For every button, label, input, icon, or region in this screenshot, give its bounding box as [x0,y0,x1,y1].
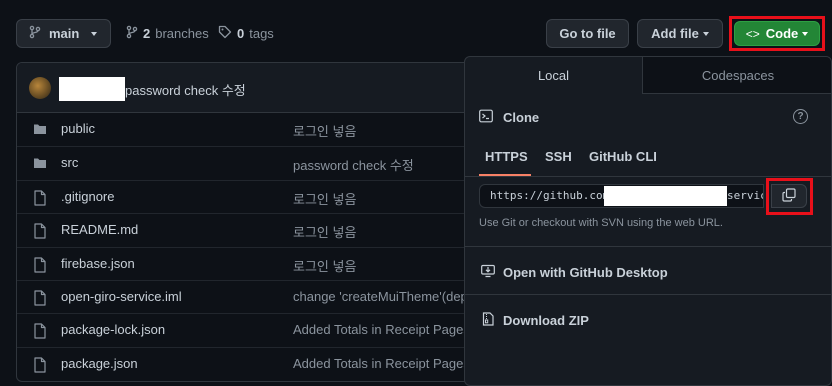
file-name-link[interactable]: package.json [61,356,138,371]
file-icon [33,256,47,273]
file-commit-message[interactable]: 로그인 넣음 [293,222,356,241]
tab-local[interactable]: Local [465,57,643,94]
clone-url-prefix: https://github.com/ [490,189,616,202]
download-zip-item[interactable]: Download ZIP [481,310,589,330]
chevron-down-icon [702,32,709,36]
redacted-author [59,77,125,101]
file-icon [33,223,47,239]
tab-codespaces-label: Codespaces [701,67,775,83]
file-name-link[interactable]: src [61,155,78,170]
subtab-https-label: HTTPS [485,149,528,164]
help-icon-glyph: ? [797,111,804,122]
folder-icon [33,122,47,138]
menu-divider-2 [465,294,831,295]
file-name-link[interactable]: README.md [61,222,138,237]
open-github-desktop-item[interactable]: Open with GitHub Desktop [481,262,668,282]
tags-label: tags [249,25,274,41]
add-file-button[interactable]: Add file [637,19,723,48]
file-icon [33,323,47,339]
chevron-down-icon [91,32,98,36]
subtab-divider [465,176,831,177]
branches-label: branches [155,25,209,41]
file-name-link[interactable]: .gitignore [61,189,114,204]
file-name-link[interactable]: public [61,121,95,136]
subtab-https[interactable]: HTTPS [485,149,528,167]
file-commit-message[interactable]: password check 수정 [293,155,414,174]
clone-label: Clone [503,109,540,125]
avatar[interactable] [29,77,51,99]
subtab-github-cli-label: GitHub CLI [589,149,657,164]
file-commit-message[interactable]: Added Totals in Receipt Pages [293,356,470,371]
open-github-desktop-label: Open with GitHub Desktop [503,264,668,280]
clone-url-hint: Use Git or checkout with SVN using the w… [479,217,723,229]
file-commit-message[interactable]: 로그인 넣음 [293,256,356,275]
branches-link[interactable]: 2 branches [126,24,209,42]
file-icon [33,357,47,373]
code-brackets-icon: <> [745,26,760,41]
tab-local-label: Local [537,68,570,83]
file-zip-icon [481,311,495,329]
file-name-link[interactable]: package-lock.json [61,322,165,337]
tags-link[interactable]: 0 tags [218,24,274,42]
git-branch-icon [29,25,41,42]
file-name-link[interactable]: firebase.json [61,256,135,271]
clone-url-input[interactable]: https://github.com/ servic [479,184,764,208]
go-to-file-button[interactable]: Go to file [546,19,629,48]
commit-message[interactable]: password check 수정 [125,80,246,99]
file-icon [33,290,47,306]
branch-selector-button[interactable]: main [16,19,111,48]
redacted-url [604,186,727,206]
branch-name: main [49,26,80,41]
branches-count: 2 [143,25,151,41]
copy-url-button[interactable] [771,184,807,208]
git-branch-icon [126,25,138,42]
code-button[interactable]: <> Code [734,21,820,46]
subtab-ssh-label: SSH [545,149,572,164]
folder-icon [33,156,47,172]
tags-count: 0 [237,25,245,41]
file-commit-message[interactable]: Added Totals in Receipt Pages [293,322,470,337]
clone-url-suffix: servic [727,189,764,202]
file-icon [33,190,47,206]
help-icon[interactable]: ? [793,109,808,124]
copy-icon [782,187,796,205]
file-commit-message[interactable]: change 'createMuiTheme'(dep [293,289,468,304]
desktop-download-icon [481,264,495,281]
tag-icon [218,25,232,42]
terminal-icon [479,109,493,126]
menu-divider-1 [465,246,831,247]
subtab-ssh[interactable]: SSH [545,149,572,167]
chevron-down-icon [802,32,809,36]
file-name-link[interactable]: open-giro-service.iml [61,289,182,304]
code-label: Code [765,26,799,41]
subtab-github-cli[interactable]: GitHub CLI [589,149,657,167]
file-commit-message[interactable]: 로그인 넣음 [293,121,356,140]
clone-dropdown: Local Codespaces Clone ? HTTPS SSH GitHu… [464,56,832,386]
tab-codespaces[interactable]: Codespaces [643,57,831,94]
file-commit-message[interactable]: 로그인 넣음 [293,189,356,208]
add-file-label: Add file [651,26,699,41]
clone-header: Clone [479,107,539,127]
download-zip-label: Download ZIP [503,312,589,328]
go-to-file-label: Go to file [559,26,616,41]
